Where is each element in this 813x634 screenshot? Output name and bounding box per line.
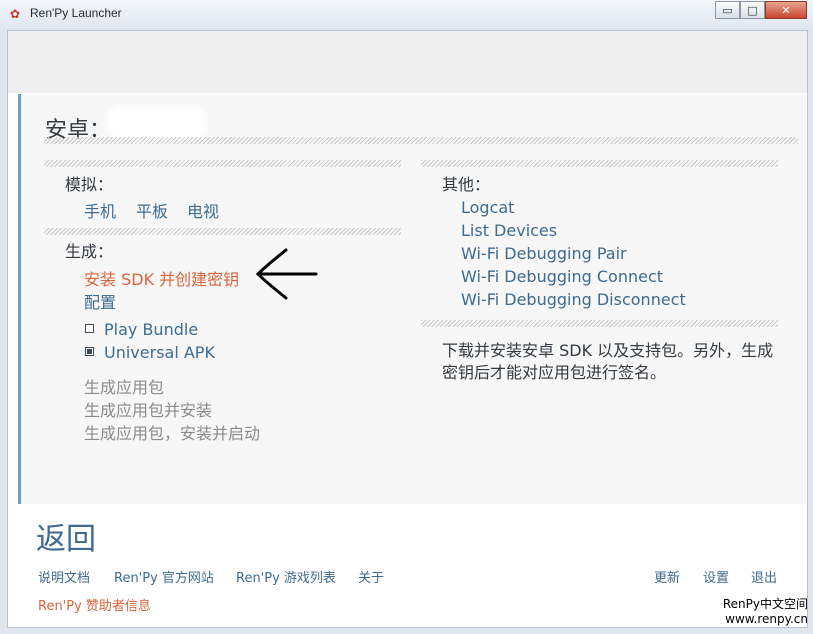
other-divider [421, 160, 778, 167]
hand-drawn-arrow-icon [255, 248, 318, 300]
emulation-divider [44, 160, 401, 167]
description-text: 下载并安装安卓 SDK 以及支持包。另外，生成密钥后才能对应用包进行签名。 [442, 341, 774, 382]
universal-apk-checkbox[interactable] [85, 347, 94, 356]
minimize-button[interactable]: ▭ [715, 1, 740, 19]
build-and-install-button[interactable]: 生成应用包并安装 [84, 397, 212, 421]
build-install-launch-button[interactable]: 生成应用包，安装并启动 [84, 420, 260, 444]
emulation-label: 模拟： [65, 175, 114, 194]
build-divider [44, 228, 401, 235]
other-label: 其他： [442, 175, 491, 194]
watermark: RenPy中文空间 www.renpy.cn [708, 597, 808, 627]
redacted-project-name [112, 110, 202, 136]
emulate-tablet-button[interactable]: 平板 [136, 198, 168, 222]
description-divider [421, 320, 778, 327]
install-sdk-button[interactable]: 安装 SDK 并创建密钥 [84, 266, 239, 290]
footer-link-update[interactable]: 更新 [654, 567, 680, 586]
footer-link-quit[interactable]: 退出 [751, 567, 777, 586]
footer-link-about[interactable]: 关于 [358, 567, 384, 586]
maximize-button[interactable]: □ [740, 1, 765, 19]
footer-link-website[interactable]: Ren'Py 官方网站 [114, 567, 214, 586]
footer-link-preferences[interactable]: 设置 [703, 567, 729, 586]
configure-button[interactable]: 配置 [84, 289, 116, 313]
universal-apk-option[interactable]: Universal APK [104, 343, 215, 362]
build-package-button[interactable]: 生成应用包 [84, 374, 164, 398]
footer-link-docs[interactable]: 说明文档 [38, 567, 90, 586]
window-title: Ren'Py Launcher [30, 6, 122, 20]
watermark-line1: RenPy中文空间 [722, 597, 808, 611]
wifi-debugging-pair-button[interactable]: Wi-Fi Debugging Pair [461, 244, 627, 263]
play-bundle-checkbox[interactable] [85, 324, 94, 333]
title-bar: ✿ Ren'Py Launcher ▭ □ ✕ [0, 0, 813, 30]
close-button[interactable]: ✕ [765, 1, 807, 19]
emulate-phone-button[interactable]: 手机 [84, 198, 116, 222]
renpy-logo-icon: ✿ [9, 7, 21, 21]
back-button[interactable]: 返回 [36, 514, 96, 558]
window-controls: ▭ □ ✕ [715, 1, 807, 20]
emulate-tv-button[interactable]: 电视 [187, 198, 219, 222]
sponsor-link[interactable]: Ren'Py 赞助者信息 [38, 595, 151, 614]
heading-divider [44, 137, 798, 144]
play-bundle-option[interactable]: Play Bundle [104, 320, 198, 339]
wifi-debugging-disconnect-button[interactable]: Wi-Fi Debugging Disconnect [461, 290, 686, 309]
footer-link-games[interactable]: Ren'Py 游戏列表 [236, 567, 336, 586]
build-label: 生成： [65, 242, 114, 261]
list-devices-button[interactable]: List Devices [461, 221, 557, 240]
watermark-line2: www.renpy.cn [725, 612, 808, 626]
panel-rail [18, 94, 21, 504]
top-strip [8, 31, 807, 93]
logcat-button[interactable]: Logcat [461, 198, 514, 217]
wifi-debugging-connect-button[interactable]: Wi-Fi Debugging Connect [461, 267, 663, 286]
